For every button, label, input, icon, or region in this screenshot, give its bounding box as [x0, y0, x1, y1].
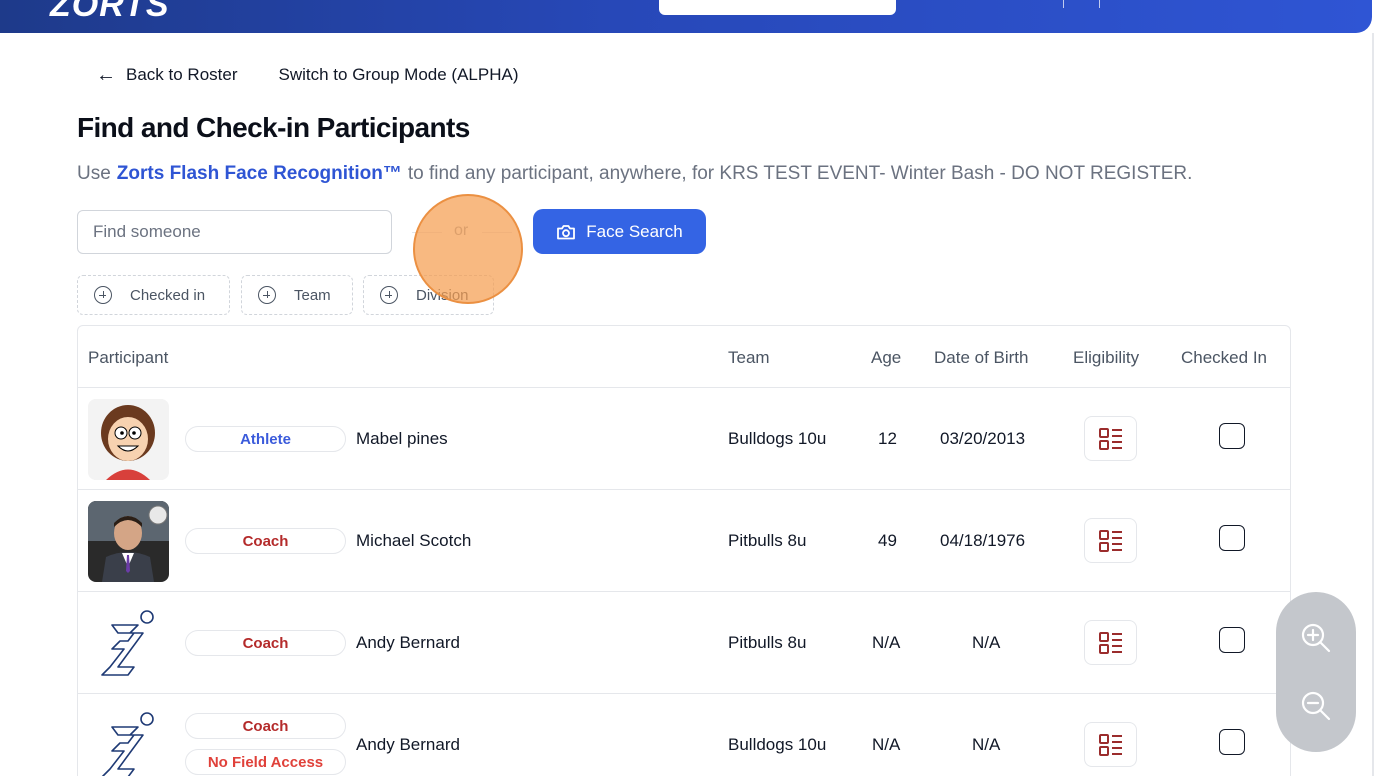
no-field-access-badge: No Field Access — [185, 749, 346, 775]
participant-age: N/A — [872, 735, 901, 754]
participant-dob: N/A — [972, 735, 1001, 754]
checked-in-checkbox[interactable] — [1219, 729, 1245, 755]
participants-table: Participant Team Age Date of Birth Eligi… — [77, 325, 1291, 776]
role-badge-athlete: Athlete — [185, 426, 346, 452]
participant-name[interactable]: Andy Bernard — [356, 633, 460, 653]
zoom-in-button[interactable] — [1298, 620, 1334, 656]
zoom-in-icon — [1301, 623, 1331, 653]
participant-age: 12 — [878, 429, 897, 448]
role-badge-coach: Coach — [185, 630, 346, 656]
checked-in-checkbox[interactable] — [1219, 627, 1245, 653]
list-checklist-icon — [1098, 529, 1122, 552]
table-header: Participant Team Age Date of Birth Eligi… — [78, 326, 1290, 388]
camera-icon — [557, 224, 576, 239]
filter-label: Division — [416, 286, 469, 304]
top-divider — [1063, 0, 1064, 8]
list-checklist-icon — [1098, 427, 1122, 450]
participant-dob: 04/18/1976 — [940, 531, 1026, 550]
subtitle-prefix: Use — [77, 163, 111, 184]
or-separator: or — [412, 220, 522, 244]
list-checklist-icon — [1098, 631, 1122, 654]
participant-name[interactable]: Andy Bernard — [356, 735, 460, 755]
face-search-button[interactable]: Face Search — [533, 209, 706, 254]
page-title: Find and Check-in Participants — [77, 112, 470, 143]
column-header-eligibility: Eligibility — [1073, 348, 1140, 367]
participant-team: Bulldogs 10u — [728, 735, 827, 754]
nav-row: ← Back to Roster Switch to Group Mode (A… — [96, 65, 518, 85]
zorts-logo[interactable]: ZORTS — [50, 0, 170, 25]
face-search-label: Face Search — [586, 221, 683, 241]
checked-in-checkbox[interactable] — [1219, 423, 1245, 449]
column-header-team: Team — [728, 348, 770, 367]
role-badge-coach: Coach — [185, 713, 346, 739]
or-label: or — [454, 222, 469, 239]
subtitle-suffix: to find any participant, anywhere, for K… — [407, 163, 1193, 184]
column-header-checked-in: Checked In — [1181, 348, 1267, 367]
zoom-controls — [1276, 592, 1356, 752]
participant-name[interactable]: Michael Scotch — [356, 531, 471, 551]
eligibility-button[interactable] — [1084, 722, 1137, 767]
back-to-roster-link[interactable]: ← Back to Roster — [96, 65, 238, 85]
column-header-age: Age — [871, 348, 902, 367]
participant-age: 49 — [878, 531, 897, 550]
list-checklist-icon — [1098, 733, 1122, 756]
participant-team: Bulldogs 10u — [728, 429, 827, 448]
eligibility-button[interactable] — [1084, 620, 1137, 665]
top-bar: ZORTS — [0, 0, 1372, 33]
filter-division[interactable]: Division — [363, 275, 494, 315]
participant-team: Pitbulls 8u — [728, 633, 807, 652]
page-subtitle: Use Zorts Flash Face Recognition™ to find … — [77, 163, 1192, 185]
eligibility-button[interactable] — [1084, 518, 1137, 563]
separator-line — [412, 232, 442, 233]
zoom-out-icon — [1301, 691, 1331, 721]
filter-team[interactable]: Team — [241, 275, 353, 315]
filter-label: Checked in — [130, 286, 206, 304]
plus-circle-icon — [380, 286, 398, 304]
top-search-input[interactable] — [659, 0, 896, 15]
participant-dob: 03/20/2013 — [940, 429, 1026, 448]
table-row[interactable]: Athlete Mabel pines Bulldogs 10u 12 03/2… — [78, 388, 1290, 490]
separator-line — [482, 232, 512, 233]
zoom-out-button[interactable] — [1298, 688, 1334, 724]
participant-name[interactable]: Mabel pines — [356, 429, 448, 449]
plus-circle-icon — [94, 286, 112, 304]
participant-age: N/A — [872, 633, 901, 652]
column-header-dob: Date of Birth — [934, 348, 1029, 367]
role-badge-coach: Coach — [185, 528, 346, 554]
checked-in-checkbox[interactable] — [1219, 525, 1245, 551]
avatar — [88, 501, 169, 582]
participant-team: Pitbulls 8u — [728, 531, 807, 550]
eligibility-button[interactable] — [1084, 416, 1137, 461]
column-header-participant: Participant — [88, 348, 169, 367]
face-recognition-link[interactable]: Zorts Flash Face Recognition™ — [117, 163, 402, 184]
plus-circle-icon — [258, 286, 276, 304]
filter-checked-in[interactable]: Checked in — [77, 275, 230, 315]
avatar — [88, 399, 169, 480]
group-mode-label: Switch to Group Mode (ALPHA) — [278, 65, 519, 84]
back-to-roster-label: Back to Roster — [126, 65, 238, 84]
find-someone-input[interactable] — [77, 210, 392, 254]
participant-dob: N/A — [972, 633, 1001, 652]
top-divider — [1099, 0, 1100, 8]
table-row[interactable]: Coach Michael Scotch Pitbulls 8u 49 04/1… — [78, 490, 1290, 592]
table-row[interactable]: Coach Andy Bernard Pitbulls 8u N/A N/A — [78, 592, 1290, 694]
avatar-placeholder-icon — [88, 705, 169, 776]
group-mode-link[interactable]: Switch to Group Mode (ALPHA) — [279, 65, 519, 85]
filter-label: Team — [294, 286, 331, 304]
table-row[interactable]: Coach No Field Access Andy Bernard Bulld… — [78, 694, 1290, 776]
arrow-left-icon: ← — [96, 64, 116, 86]
avatar-placeholder-icon — [88, 603, 169, 684]
